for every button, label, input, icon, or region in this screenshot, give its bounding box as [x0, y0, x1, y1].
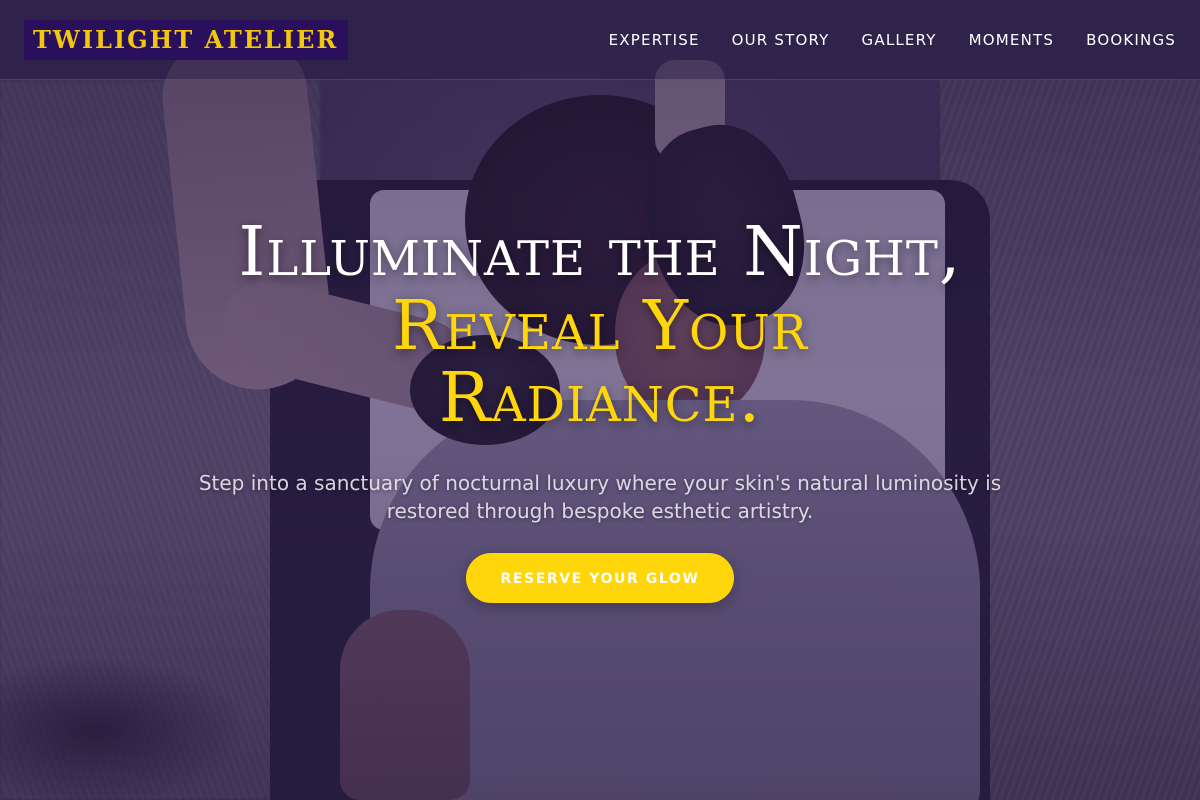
site-header: TWILIGHT ATELIER EXPERTISE OUR STORY GAL…	[0, 0, 1200, 80]
nav-link-gallery[interactable]: GALLERY	[862, 31, 937, 49]
hero-headline-line2: Reveal Your Radiance.	[392, 287, 808, 438]
hero-subtitle: Step into a sanctuary of nocturnal luxur…	[198, 471, 1002, 523]
nav-link-bookings[interactable]: BOOKINGS	[1086, 31, 1176, 49]
hero-headline: Illuminate the Night, Reveal Your Radian…	[0, 215, 1200, 435]
nav-link-expertise[interactable]: EXPERTISE	[609, 31, 700, 49]
hero-section: Illuminate the Night, Reveal Your Radian…	[0, 215, 1200, 603]
logo[interactable]: TWILIGHT ATELIER	[24, 19, 349, 60]
logo-text: TWILIGHT ATELIER	[33, 25, 339, 54]
nav-link-our-story[interactable]: OUR STORY	[732, 31, 830, 49]
hero-headline-line1: Illuminate the Night,	[238, 213, 962, 292]
page: TWILIGHT ATELIER EXPERTISE OUR STORY GAL…	[0, 0, 1200, 800]
main-nav: EXPERTISE OUR STORY GALLERY MOMENTS BOOK…	[609, 31, 1176, 49]
reserve-your-glow-button[interactable]: RESERVE YOUR GLOW	[466, 553, 734, 603]
nav-link-moments[interactable]: MOMENTS	[969, 31, 1054, 49]
